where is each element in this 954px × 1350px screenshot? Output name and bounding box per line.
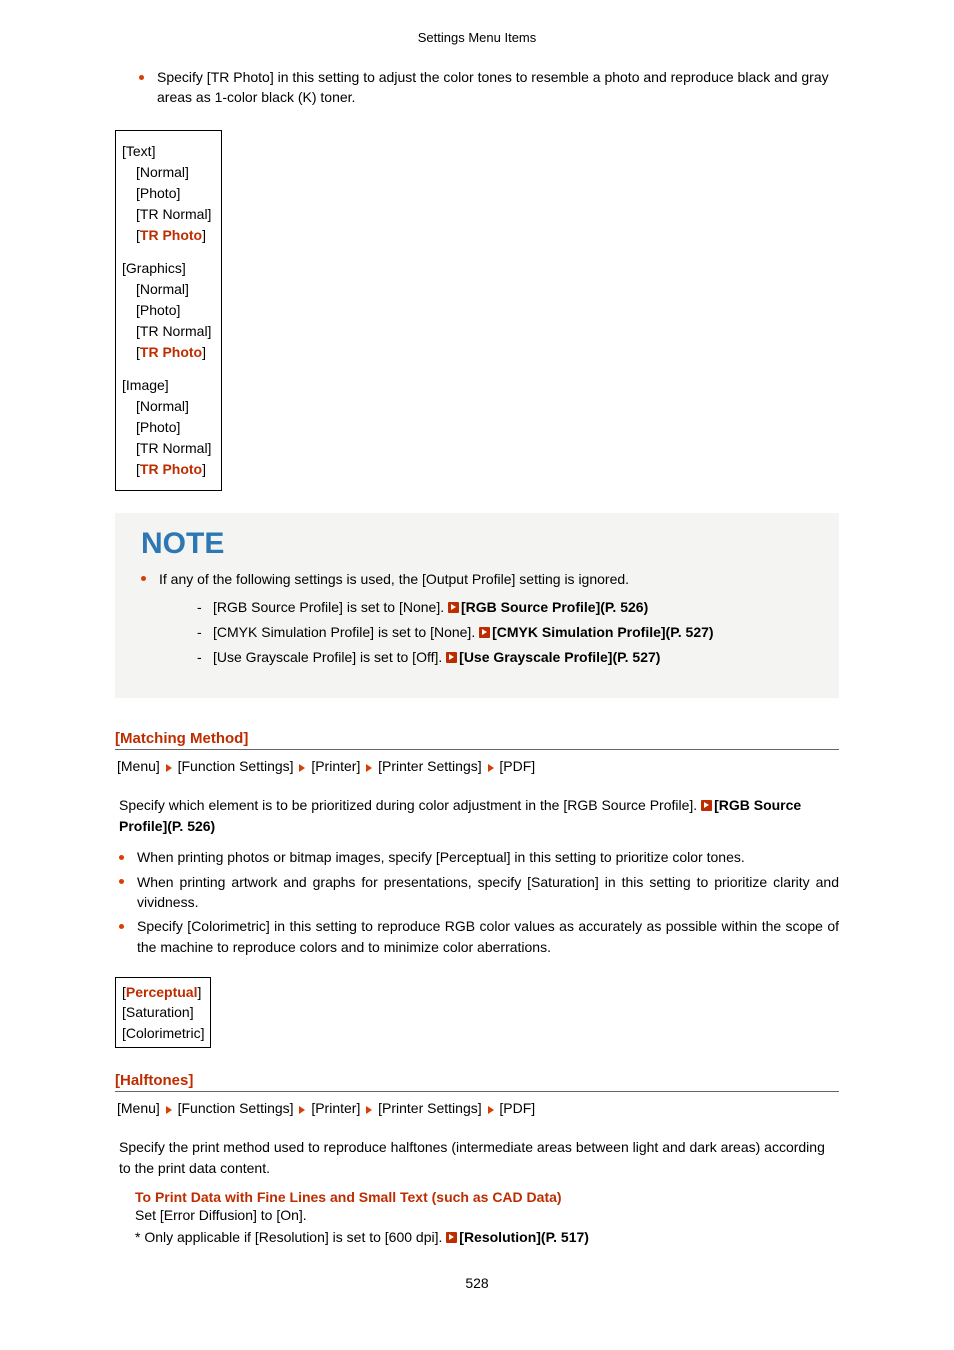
chevron-right-icon <box>366 764 372 772</box>
section-heading-halftones: [Halftones] <box>115 1072 839 1092</box>
option-item: [Saturation] <box>122 1002 204 1022</box>
breadcrumb: [Menu] [Function Settings] [Printer] [Pr… <box>117 1098 839 1119</box>
chevron-right-icon <box>299 1106 305 1114</box>
option-item: [TR Normal] <box>122 204 211 225</box>
option-item-selected: [TR Photo] <box>122 459 211 480</box>
section-heading-matching: [Matching Method] <box>115 730 839 750</box>
option-item-selected: [Perceptual] <box>122 982 204 1002</box>
matching-bullet: Specify [Colorimetric] in this setting t… <box>119 916 839 957</box>
note-item: [CMYK Simulation Profile] is set to [Non… <box>197 620 821 645</box>
matching-options: [Perceptual] [Saturation] [Colorimetric] <box>115 977 211 1048</box>
breadcrumb-item: [PDF] <box>499 758 535 774</box>
matching-bullet: When printing photos or bitmap images, s… <box>119 847 839 867</box>
breadcrumb: [Menu] [Function Settings] [Printer] [Pr… <box>117 756 839 777</box>
link-icon <box>479 627 490 638</box>
chevron-right-icon <box>488 764 494 772</box>
note-lead: If any of the following settings is used… <box>141 569 821 671</box>
breadcrumb-item: [Function Settings] <box>178 1100 294 1116</box>
option-item: [Normal] <box>122 162 211 183</box>
chevron-right-icon <box>166 1106 172 1114</box>
link-icon <box>446 1232 457 1243</box>
chevron-right-icon <box>166 764 172 772</box>
halftones-subheading: To Print Data with Fine Lines and Small … <box>135 1189 839 1205</box>
matching-bullets: When printing photos or bitmap images, s… <box>115 847 839 956</box>
matching-bullet: When printing artwork and graphs for pre… <box>119 872 839 913</box>
intro-bullets: Specify [TR Photo] in this setting to ad… <box>115 67 839 108</box>
page-header: Settings Menu Items <box>115 30 839 45</box>
matching-description: Specify which element is to be prioritiz… <box>119 795 835 837</box>
intro-bullet-item: Specify [TR Photo] in this setting to ad… <box>139 67 839 108</box>
link-icon <box>701 800 712 811</box>
note-item: [Use Grayscale Profile] is set to [Off].… <box>197 645 821 670</box>
cross-ref-link[interactable]: [CMYK Simulation Profile](P. 527) <box>492 624 713 640</box>
link-icon <box>446 652 457 663</box>
option-item: [Colorimetric] <box>122 1023 204 1043</box>
option-item: [Photo] <box>122 300 211 321</box>
output-profile-options: [Text] [Normal] [Photo] [TR Normal] [TR … <box>115 130 222 491</box>
halftones-description: Specify the print method used to reprodu… <box>119 1137 835 1179</box>
chevron-right-icon <box>366 1106 372 1114</box>
breadcrumb-item: [Printer Settings] <box>378 758 482 774</box>
option-item: [Normal] <box>122 279 211 300</box>
halftones-note: * Only applicable if [Resolution] is set… <box>135 1229 839 1245</box>
page-number: 528 <box>115 1275 839 1291</box>
option-item-selected: [TR Photo] <box>122 342 211 363</box>
option-group-title: [Text] <box>122 141 211 162</box>
chevron-right-icon <box>488 1106 494 1114</box>
option-group-title: [Graphics] <box>122 258 211 279</box>
breadcrumb-item: [Menu] <box>117 1100 160 1116</box>
cross-ref-link[interactable]: [Resolution](P. 517) <box>459 1229 589 1245</box>
note-item: [RGB Source Profile] is set to [None]. [… <box>197 595 821 620</box>
breadcrumb-item: [Printer] <box>311 1100 360 1116</box>
option-item: [Photo] <box>122 417 211 438</box>
chevron-right-icon <box>299 764 305 772</box>
cross-ref-link[interactable]: [RGB Source Profile](P. 526) <box>461 599 648 615</box>
breadcrumb-item: [Printer Settings] <box>378 1100 482 1116</box>
note-box: NOTE If any of the following settings is… <box>115 513 839 699</box>
option-item: [Normal] <box>122 396 211 417</box>
note-title: NOTE <box>133 513 821 569</box>
option-item: [TR Normal] <box>122 438 211 459</box>
link-icon <box>448 602 459 613</box>
breadcrumb-item: [Printer] <box>311 758 360 774</box>
breadcrumb-item: [Function Settings] <box>178 758 294 774</box>
option-item: [Photo] <box>122 183 211 204</box>
option-item-selected: [TR Photo] <box>122 225 211 246</box>
breadcrumb-item: [Menu] <box>117 758 160 774</box>
halftones-subtext: Set [Error Diffusion] to [On]. <box>135 1207 839 1223</box>
option-item: [TR Normal] <box>122 321 211 342</box>
breadcrumb-item: [PDF] <box>499 1100 535 1116</box>
cross-ref-link[interactable]: [Use Grayscale Profile](P. 527) <box>459 649 660 665</box>
option-group-title: [Image] <box>122 375 211 396</box>
